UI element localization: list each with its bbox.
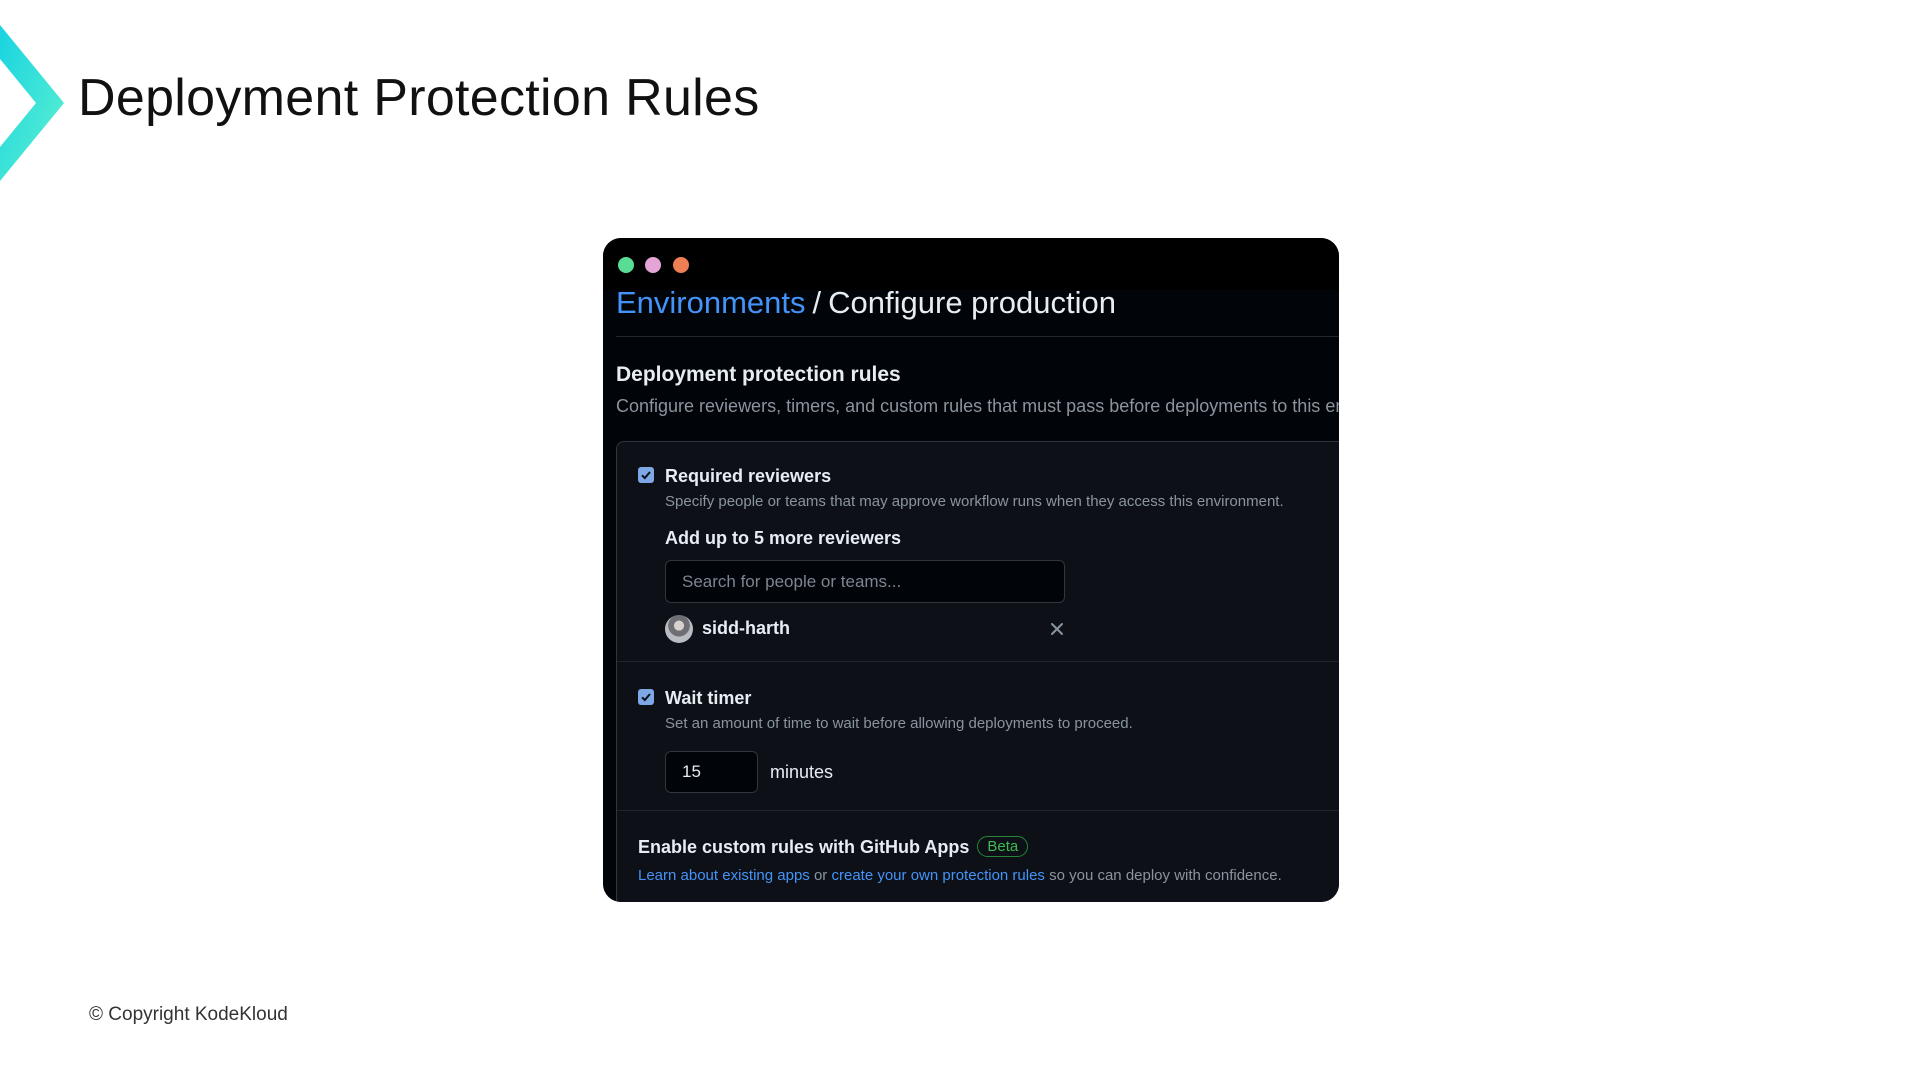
- window-close-dot[interactable]: [673, 257, 689, 273]
- copyright-notice: © Copyright KodeKloud: [89, 1004, 288, 1025]
- breadcrumb-current: Configure production: [828, 285, 1116, 320]
- beta-badge: Beta: [977, 836, 1029, 857]
- check-icon: [641, 693, 651, 702]
- required-reviewers-checkbox[interactable]: [638, 467, 654, 483]
- header-divider: [616, 336, 1339, 337]
- wait-timer-description: Set an amount of time to wait before all…: [665, 715, 1133, 732]
- section-description: Configure reviewers, timers, and custom …: [616, 396, 1339, 416]
- breadcrumb: Environments / Configure production: [616, 285, 1116, 321]
- custom-rules-suffix: so you can deploy with confidence.: [1044, 867, 1282, 884]
- wait-timer-minutes-input[interactable]: [665, 751, 758, 793]
- add-reviewers-label: Add up to 5 more reviewers: [665, 528, 902, 548]
- close-icon[interactable]: [1047, 619, 1067, 639]
- slide-title: Deployment Protection Rules: [78, 69, 760, 127]
- app-window: Environments / Configure production Deploy…: [603, 238, 1339, 902]
- section-divider: [617, 661, 1339, 662]
- custom-rules-title: Enable custom rules with GitHub Apps Beta: [638, 836, 1029, 858]
- create-protection-rules-link[interactable]: create your own protection rules: [831, 867, 1044, 884]
- avatar: [665, 615, 693, 643]
- reviewer-username: sidd-harth: [702, 618, 790, 638]
- minutes-label: minutes: [770, 762, 834, 782]
- breadcrumb-separator: /: [812, 285, 822, 320]
- window-titlebar: [603, 238, 1339, 290]
- required-reviewers-description: Specify people or teams that may approve…: [665, 493, 1284, 510]
- check-icon: [641, 471, 651, 480]
- window-zoom-dot[interactable]: [618, 257, 634, 273]
- custom-rules-connector: or: [809, 867, 832, 884]
- section-divider: [617, 810, 1339, 811]
- learn-existing-apps-link[interactable]: Learn about existing apps: [638, 867, 810, 884]
- reviewer-search-input[interactable]: [665, 560, 1065, 603]
- wait-timer-checkbox[interactable]: [638, 689, 654, 705]
- custom-rules-description: Learn about existing apps or create your…: [638, 867, 1282, 884]
- required-reviewers-title: Required reviewers: [665, 466, 832, 486]
- wait-timer-title: Wait timer: [665, 688, 752, 708]
- kodekloud-logo: [0, 25, 64, 181]
- protection-rules-panel: Required reviewers Specify people or tea…: [616, 441, 1339, 902]
- window-minimize-dot[interactable]: [645, 257, 661, 273]
- custom-rules-title-text: Enable custom rules with GitHub Apps: [638, 837, 970, 857]
- breadcrumb-environments-link[interactable]: Environments: [616, 285, 806, 320]
- section-title: Deployment protection rules: [616, 363, 901, 386]
